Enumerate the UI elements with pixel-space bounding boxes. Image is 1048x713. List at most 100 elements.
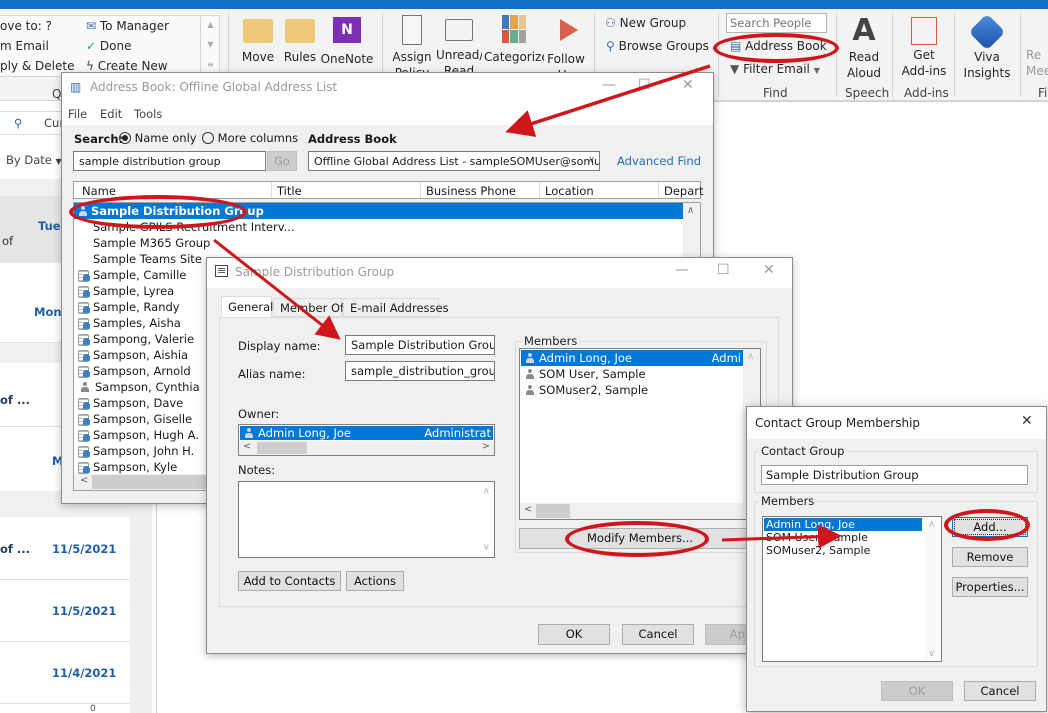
close-button[interactable]: ✕ <box>682 77 694 93</box>
member-row[interactable]: Admin Long, Joe Admi <box>521 350 743 366</box>
search-name-input[interactable]: sample distribution group <box>73 151 266 171</box>
members-label: Members <box>522 334 580 348</box>
go-button[interactable]: Go <box>267 151 297 171</box>
read-aloud-button[interactable]: A Read Aloud <box>842 15 886 81</box>
viva-insights-button[interactable]: Viva Insights <box>960 13 1014 81</box>
contact-group-field[interactable]: Sample Distribution Group <box>761 465 1028 485</box>
tab-general[interactable]: General <box>221 296 273 317</box>
follow-up-button[interactable]: Follow Up <box>546 15 586 75</box>
ok-button[interactable]: OK <box>881 681 953 701</box>
maximize-button[interactable]: ☐ <box>717 262 730 278</box>
contact-card-icon <box>78 349 90 362</box>
address-book-row[interactable]: Sample M365 Group <box>74 235 683 251</box>
close-button[interactable]: ✕ <box>1021 413 1033 429</box>
reply-meeting-button[interactable]: Re Mee <box>1026 47 1048 79</box>
new-group-button[interactable]: ⚇ New Group <box>605 16 686 30</box>
minimize-button[interactable]: — <box>602 77 616 93</box>
member-row[interactable]: SOM User, Sample <box>521 366 743 382</box>
scrollbar-thumb[interactable] <box>536 504 570 518</box>
modify-members-button[interactable]: Modify Members... <box>519 528 761 549</box>
tab-member-of[interactable]: Member Of <box>273 298 344 317</box>
sort-by-date-dropdown[interactable]: By Date ▼ <box>6 153 62 167</box>
radio-name-only[interactable]: Name only <box>119 131 197 145</box>
categorize-button[interactable]: Categorize <box>484 15 544 75</box>
browse-groups-button[interactable]: ⚲ Browse Groups <box>606 39 709 53</box>
contact-card-icon <box>78 413 90 426</box>
address-book-titlebar[interactable]: ▥ Address Book: Offline Global Address L… <box>62 73 713 101</box>
quick-step-reply-delete[interactable]: ply & Delete <box>0 59 74 73</box>
owner-row[interactable]: Admin Long, Joe Administrat <box>240 426 493 440</box>
address-book-select[interactable]: Offline Global Address List - sampleSOMU… <box>308 151 600 171</box>
membership-titlebar[interactable]: Contact Group Membership ✕ <box>747 407 1046 439</box>
col-name[interactable]: Name <box>82 184 116 198</box>
mail-item[interactable]: of ... 11/5/2021 <box>0 517 130 580</box>
address-book-row[interactable]: Sample Distribution Group <box>74 203 683 219</box>
notes-textarea[interactable]: ∧ ∨ <box>238 481 495 558</box>
checkmark-icon: ✓ <box>86 39 97 53</box>
quick-step-move-to[interactable]: ove to: ? <box>0 19 52 33</box>
horizontal-scrollbar[interactable]: < > <box>520 503 760 519</box>
membership-member-row[interactable]: SOMuser2, Sample <box>764 544 922 557</box>
cancel-button[interactable]: Cancel <box>964 681 1036 701</box>
quick-step-team-email[interactable]: m Email <box>0 39 49 53</box>
menu-tools[interactable]: Tools <box>134 107 162 121</box>
display-name-field[interactable]: Sample Distribution Group <box>345 335 495 355</box>
quick-step-to-manager[interactable]: ✉ To Manager <box>86 19 169 33</box>
outlook-title-bar <box>0 0 1048 9</box>
tab-email-addresses[interactable]: E-mail Addresses <box>343 298 449 317</box>
col-location[interactable]: Location <box>545 184 594 198</box>
onenote-button[interactable]: N OneNote <box>320 15 374 67</box>
cancel-button[interactable]: Cancel <box>622 624 694 645</box>
filter-email-button[interactable]: ▼ Filter Email ▼ <box>730 62 820 76</box>
assign-policy-button[interactable]: Assign Policy <box>388 15 436 75</box>
radio-selected-icon <box>119 132 131 144</box>
radio-more-columns[interactable]: More columns <box>202 131 298 145</box>
quick-steps-scroll[interactable]: ▲ ▼ ≡ <box>200 15 220 77</box>
vertical-scrollbar[interactable]: ∧ ∨ <box>924 517 941 661</box>
horizontal-scrollbar[interactable]: < > <box>239 441 494 455</box>
alias-name-field[interactable]: sample_distribution_group <box>345 361 495 381</box>
membership-member-row[interactable]: Admin Long, Joe <box>764 518 922 531</box>
col-business-phone[interactable]: Business Phone <box>426 184 516 198</box>
mail-item[interactable]: 11/5/2021 <box>0 580 130 642</box>
membership-member-row[interactable]: SOM User, Sample <box>764 531 922 544</box>
col-department[interactable]: Depart <box>664 184 704 198</box>
group-properties-titlebar[interactable]: ≡ Sample Distribution Group — ☐ ✕ <box>207 258 792 288</box>
address-book-button[interactable]: ▤ Address Book <box>730 39 827 53</box>
search-people-input[interactable] <box>726 13 827 33</box>
addins-group-label: Add-ins <box>904 86 949 100</box>
scrollbar-thumb[interactable] <box>257 442 307 454</box>
contact-card-icon <box>78 445 90 458</box>
ribbon-separator <box>718 13 719 97</box>
minimize-button[interactable]: — <box>675 262 689 278</box>
ok-button[interactable]: OK <box>538 624 610 645</box>
person-icon <box>525 369 535 379</box>
add-to-contacts-button[interactable]: Add to Contacts <box>238 571 341 591</box>
contact-card-icon: ≡ <box>215 264 229 277</box>
move-button[interactable]: Move <box>240 15 276 65</box>
member-row[interactable]: SOMuser2, Sample <box>521 382 743 398</box>
quick-step-create-new[interactable]: ϟ Create New <box>86 59 168 73</box>
menu-file[interactable]: File <box>68 107 87 121</box>
contact-card-icon <box>78 461 90 474</box>
menu-edit[interactable]: Edit <box>100 107 122 121</box>
address-book-row[interactable]: Sample GPILS Recruitment Interv... <box>74 219 683 235</box>
advanced-find-link[interactable]: Advanced Find <box>617 154 701 168</box>
maximize-button[interactable]: ☐ <box>638 77 651 93</box>
column-header-row: Name Title Business Phone Location Depar… <box>73 181 704 199</box>
remove-button[interactable]: Remove <box>952 547 1028 567</box>
mail-item[interactable]: 11/4/2021 <box>0 642 130 704</box>
ribbon-separator <box>892 13 893 97</box>
add-button[interactable]: Add... <box>952 517 1028 537</box>
quick-step-done[interactable]: ✓ Done <box>86 39 131 53</box>
rules-folder-icon <box>285 19 315 43</box>
close-button[interactable]: ✕ <box>763 262 775 278</box>
unread-read-button[interactable]: Unread/ Read <box>436 15 482 75</box>
actions-button[interactable]: Actions <box>346 571 404 591</box>
properties-button[interactable]: Properties... <box>952 577 1028 597</box>
col-title[interactable]: Title <box>277 184 302 198</box>
person-icon <box>525 353 535 363</box>
get-addins-button[interactable]: Get Add-ins <box>898 15 950 79</box>
rules-button[interactable]: Rules <box>282 15 318 65</box>
contact-card-icon <box>78 301 90 314</box>
